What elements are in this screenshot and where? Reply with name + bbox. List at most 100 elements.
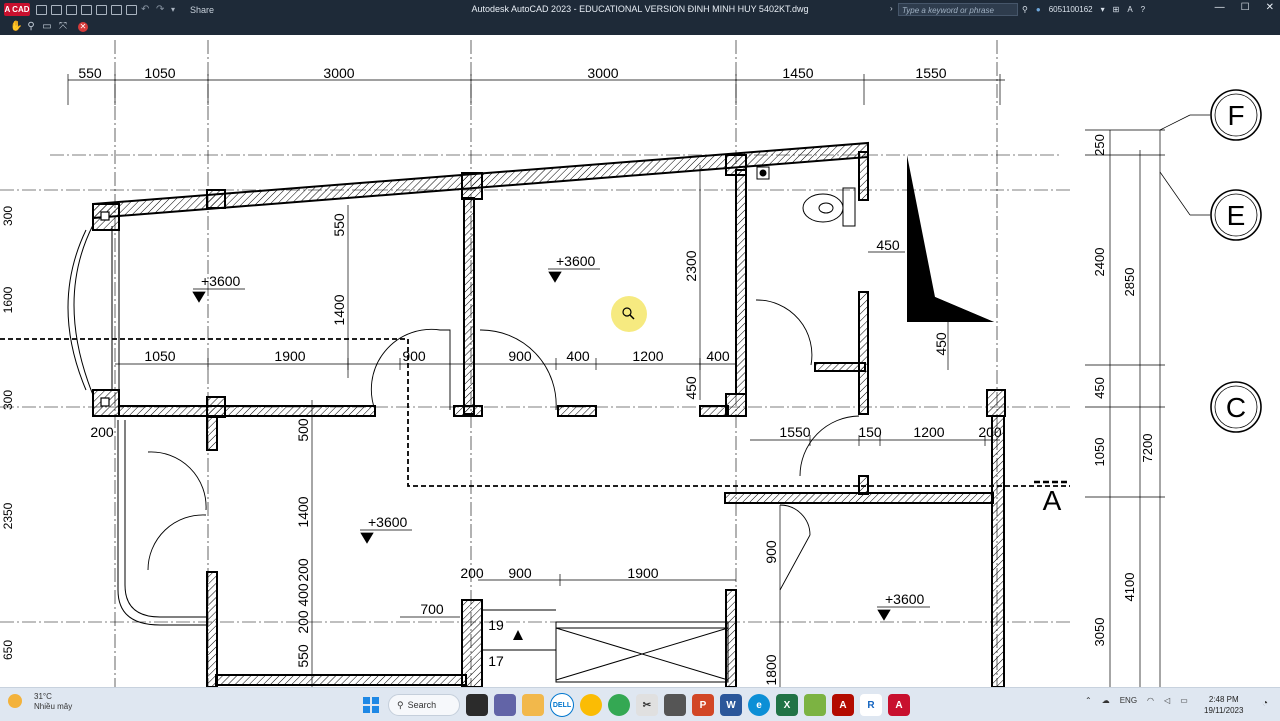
snip-icon[interactable]: ✂ [636,694,658,716]
dim-4100: 4100 [1122,573,1137,602]
plant-icon[interactable] [804,694,826,716]
dim-mid-1200: 1200 [632,348,663,364]
title-bar: A CAD ↶ ↷ ▾ Share Autodesk AutoCAD 2023 … [0,0,1280,19]
titlebar-right-tools: ⚲ ● 6051100162 ▾ ⊞ A ? [1022,3,1145,16]
dim-v-1400-a: 1400 [331,294,347,325]
wifi-icon[interactable]: ◠ [1147,696,1154,705]
drawing-canvas[interactable]: 550 1050 3000 3000 1450 1550 250 2400 28… [0,35,1280,687]
open-web-icon[interactable] [96,4,107,15]
dim-mid-1900: 1900 [274,348,305,364]
quick-access-toolbar: ↶ ↷ ▾ Share [36,3,214,16]
zoom-window-icon[interactable]: ▭ [42,22,52,32]
level-marker-4: +3600 [885,591,925,607]
minimize-button[interactable]: — [1215,2,1225,13]
pdf-icon[interactable]: A [832,694,854,716]
window-controls: — ☐ ✕ [1215,2,1274,13]
revit-icon[interactable]: R [860,694,882,716]
dim-v-900: 900 [763,540,779,564]
undo-icon[interactable]: ↶ [141,4,152,15]
excel-icon[interactable]: X [776,694,798,716]
autocad-app-menu-button[interactable]: A CAD [4,3,30,16]
close-button[interactable]: ✕ [1266,2,1274,13]
taskbar-search-label: Search [407,700,437,710]
dim-v-550-a: 550 [331,213,347,237]
close-icon[interactable]: ✕ [78,22,88,32]
dim-low-150: 150 [858,424,882,440]
dim-2850: 2850 [1122,268,1137,297]
dim-partial-2350: 2350 [1,502,15,529]
maximize-button[interactable]: ☐ [1241,2,1250,13]
save-as-icon[interactable] [81,4,92,15]
dim-low-200-a: 200 [90,424,114,440]
system-tray: ⌃ ☁ ENG ◠ ◁ ▭ [1085,696,1188,705]
floor-plan-drawing[interactable]: 550 1050 3000 3000 1450 1550 250 2400 28… [0,35,1280,687]
autocad-icon[interactable]: A [888,694,910,716]
chevron-down-icon[interactable]: ▾ [1101,5,1105,14]
dim-v-450-b: 450 [933,332,949,356]
qat-dropdown-icon[interactable]: ▾ [171,5,182,15]
grid-label-f: F [1227,100,1244,131]
autodesk-a360-icon[interactable]: A [1127,5,1132,14]
cart-icon[interactable]: ⊞ [1113,5,1120,14]
temperature: 31°C [34,692,52,701]
clock-date: 19/11/2023 [1204,706,1244,715]
dim-3000-a: 3000 [323,65,354,81]
chrome-icon[interactable] [580,694,602,716]
dim-v-200-a: 200 [295,558,311,582]
help-icon[interactable]: ? [1141,5,1145,14]
save-icon[interactable] [66,4,77,15]
task-view-icon[interactable] [466,694,488,716]
open-file-icon[interactable] [51,4,62,15]
dim-right-450: 450 [1092,377,1107,399]
dim-250: 250 [1092,134,1107,156]
walls [118,151,1005,687]
grid-label-c: C [1226,392,1246,423]
level-marker-3: +3600 [368,514,408,530]
door-swings [147,299,860,591]
dim-550: 550 [78,65,102,81]
volume-icon[interactable]: ◁ [1164,696,1170,705]
dim-partial-300-b: 300 [1,390,15,410]
battery-icon[interactable]: ▭ [1180,696,1188,705]
taskbar-search-button[interactable]: ⚲ Search [388,694,460,716]
search-icon[interactable]: ⚲ [1022,5,1028,14]
dim-partial-650: 650 [1,640,15,660]
chrome-icon-2[interactable] [608,694,630,716]
bell-icon[interactable]: ◔ [1262,698,1268,709]
user-icon[interactable]: ● [1036,5,1041,14]
edge-icon[interactable]: e [748,694,770,716]
dim-2400: 2400 [1092,248,1107,277]
zoom-icon[interactable]: ⚲ [26,22,36,32]
windows-taskbar: 31°C Nhiều mây ⚲ Search DELL ✂ P W e X A… [0,687,1280,721]
weather-cloud-icon [8,694,22,708]
dim-v-2300: 2300 [683,250,699,281]
search-input[interactable]: Type a keyword or phrase [898,3,1018,16]
stair-step-17: 17 [488,653,504,669]
zoom-extents-icon[interactable]: ⤧ [58,22,68,32]
chevron-up-icon[interactable]: ⌃ [1085,696,1092,705]
powerpoint-icon[interactable]: P [692,694,714,716]
clock[interactable]: 2:48 PM 19/11/2023 [1204,694,1243,716]
new-file-icon[interactable] [36,4,47,15]
dim-v-1400-b: 1400 [295,496,311,527]
redo-icon[interactable]: ↷ [156,4,167,15]
start-icon[interactable] [360,694,382,716]
dim-misc-450: 450 [876,237,900,253]
user-id[interactable]: 6051100162 [1049,5,1093,14]
phone-icon[interactable] [664,694,686,716]
dell-icon[interactable]: DELL [550,693,574,717]
stair-step-19: 19 [488,617,504,633]
language-indicator[interactable]: ENG [1120,696,1137,705]
dim-mid-900-b: 900 [508,348,532,364]
level-marker-1: +3600 [201,273,241,289]
chat-icon[interactable] [494,694,516,716]
word-icon[interactable]: W [720,694,742,716]
share-button[interactable]: Share [190,5,214,15]
plot-icon[interactable] [126,4,137,15]
chevron-right-icon[interactable]: › [890,4,893,13]
save-web-icon[interactable] [111,4,122,15]
navigation-bar: ✋ ⚲ ▭ ⤧ ✕ [0,19,1280,35]
cloud-icon[interactable]: ☁ [1102,696,1110,705]
pan-icon[interactable]: ✋ [10,22,22,32]
file-explorer-icon[interactable] [522,694,544,716]
